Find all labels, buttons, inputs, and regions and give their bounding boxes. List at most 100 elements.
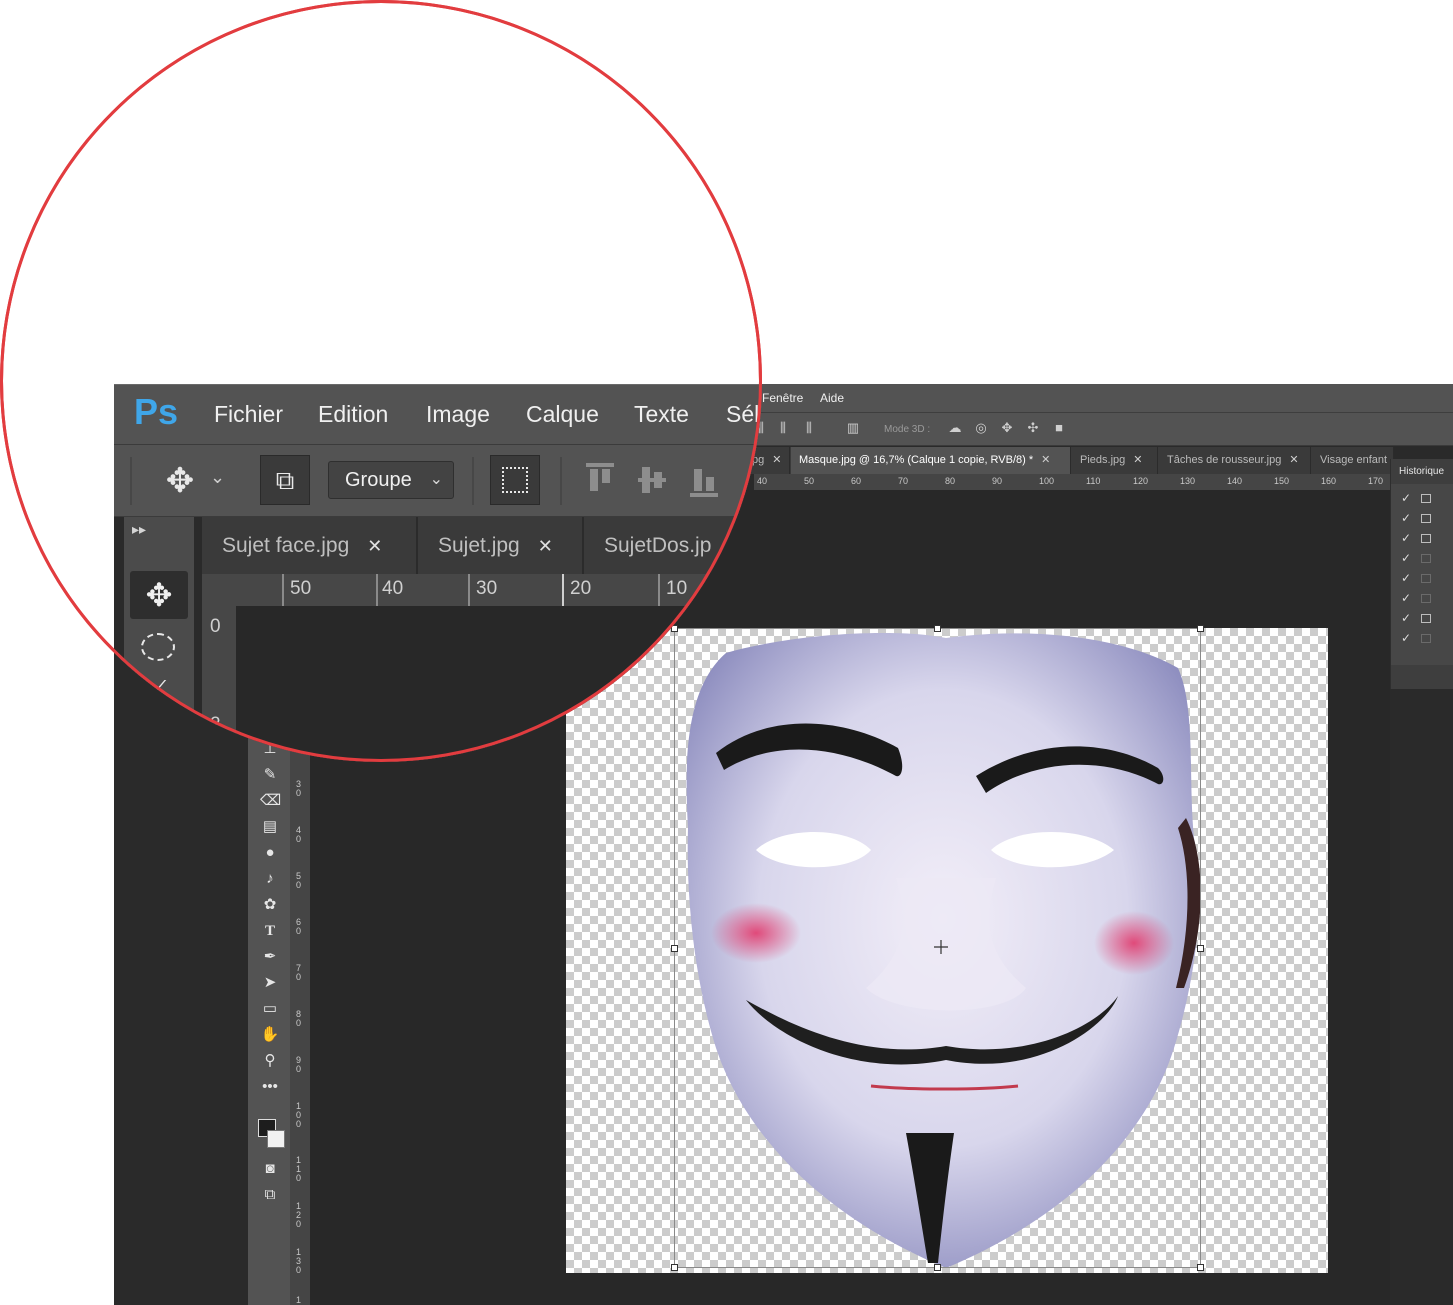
transform-handle[interactable] (934, 1264, 941, 1271)
auto-select-button[interactable]: ⧉ (260, 455, 310, 505)
check-icon[interactable]: ✓ (1401, 531, 1411, 545)
menu-texte[interactable]: Texte (634, 401, 689, 428)
tab-sujet-face[interactable]: Sujet face.jpg ✕ (202, 517, 418, 574)
align-vcenter-icon[interactable]: ⫼ (776, 421, 790, 435)
rectangle-icon[interactable]: ▭ (260, 1000, 280, 1018)
history-row[interactable]: ✓ (1391, 489, 1453, 509)
transform-handle[interactable] (1197, 1264, 1204, 1271)
history-brush-icon[interactable]: ✎ (260, 766, 280, 784)
move-tool-icon[interactable]: ✥ (162, 463, 198, 499)
transform-handle[interactable] (1197, 625, 1204, 632)
check-icon[interactable]: ✓ (1401, 631, 1411, 645)
pen-icon[interactable]: ✒ (260, 948, 280, 966)
layer-icon (1421, 574, 1431, 583)
align-vcenter-icon[interactable] (638, 463, 666, 497)
eraser-icon[interactable]: ⌫ (260, 792, 281, 810)
tab-masque[interactable]: Masque.jpg @ 16,7% (Calque 1 copie, RVB/… (791, 447, 1071, 474)
ruler-label: 170 (1368, 476, 1384, 486)
close-icon[interactable]: ✕ (1289, 454, 1298, 466)
history-row[interactable]: ✓ (1391, 589, 1453, 609)
type-tool-icon[interactable]: T (260, 922, 280, 940)
ruler-label: 1 (296, 1295, 302, 1305)
menu-fichier[interactable]: Fichier (214, 401, 283, 428)
tab-sujet[interactable]: Sujet.jpg ✕ (418, 517, 584, 574)
zoom-icon[interactable]: ⚲ (260, 1052, 280, 1070)
3d-pan-icon[interactable]: ✥ (1000, 421, 1014, 435)
check-icon[interactable]: ✓ (1401, 571, 1411, 585)
menu-selection[interactable]: Sél (726, 401, 759, 428)
history-row[interactable]: ✓ (1391, 509, 1453, 529)
3d-orbit-icon[interactable]: ☁ (948, 421, 962, 435)
gradient-icon[interactable]: ▤ (260, 818, 280, 836)
photoshop-logo: Ps (134, 391, 179, 432)
ruler-label: 90 (296, 1055, 302, 1074)
history-row[interactable]: ✓ (1391, 529, 1453, 549)
ellipse-marquee-icon[interactable] (141, 633, 175, 661)
3d-camera-icon[interactable]: ■ (1052, 421, 1066, 435)
lasso-icon[interactable]: ⟋ (148, 675, 166, 707)
hand-icon[interactable]: ✋ (260, 1026, 280, 1044)
quick-mask-icon[interactable]: ◙ (260, 1160, 280, 1178)
history-row[interactable]: ✓ (1391, 549, 1453, 569)
history-row[interactable]: ✓ (1391, 569, 1453, 589)
history-row[interactable]: ✓ (1391, 609, 1453, 629)
tab-visage[interactable]: Visage enfant (1312, 447, 1394, 474)
history-row[interactable]: ✓ (1391, 629, 1453, 649)
ruler-label: 50 (290, 578, 312, 599)
align-top-icon[interactable] (586, 463, 614, 497)
ruler-label: 50 (804, 476, 815, 486)
move-tool-icon[interactable]: ✥ (130, 571, 188, 619)
check-icon[interactable]: ✓ (1401, 511, 1411, 525)
chevron-down-icon[interactable]: ⌄ (210, 467, 225, 488)
screen-mode-icon[interactable]: ⧉ (260, 1186, 280, 1204)
distribute-icon[interactable]: ⫼ (802, 421, 816, 435)
ruler-label: 130 (296, 1247, 302, 1275)
menu-edition[interactable]: Edition (318, 401, 388, 428)
tab-pieds[interactable]: Pieds.jpg ✕ (1072, 447, 1158, 474)
ruler-label: 140 (1227, 476, 1243, 486)
menu-calque[interactable]: Calque (526, 401, 599, 428)
menu-aide[interactable]: Aide (820, 391, 844, 405)
more-tools-icon[interactable]: ••• (260, 1078, 280, 1096)
ruler-label: 2 (210, 714, 221, 735)
transform-handle[interactable] (934, 625, 941, 632)
align-bottom-icon[interactable] (690, 463, 718, 497)
history-title[interactable]: Historique (1391, 459, 1453, 484)
check-icon[interactable]: ✓ (1401, 591, 1411, 605)
dropdown-value: Groupe (345, 469, 412, 491)
close-icon[interactable]: ✕ (1041, 454, 1050, 466)
close-icon[interactable]: ✕ (772, 454, 781, 466)
menu-image[interactable]: Image (426, 401, 490, 428)
close-icon[interactable]: ✕ (538, 536, 553, 556)
chevron-down-icon: ⌄ (429, 471, 443, 488)
tab-sujet-dos[interactable]: SujetDos.jp (584, 517, 762, 574)
ruler-label: 160 (1321, 476, 1337, 486)
ruler-label: 0 (210, 616, 221, 637)
check-icon[interactable]: ✓ (1401, 611, 1411, 625)
auto-align-icon[interactable]: ▥ (846, 421, 860, 435)
show-transform-controls-button[interactable] (490, 455, 540, 505)
sponge-icon[interactable]: ✿ (260, 896, 280, 914)
tab-label: Masque.jpg @ 16,7% (Calque 1 copie, RVB/… (799, 454, 1034, 466)
ruler-label: 110 (296, 1155, 302, 1183)
expand-panels-icon[interactable]: ▸▸ (132, 521, 146, 538)
check-icon[interactable]: ✓ (1401, 551, 1411, 565)
menu-fenetre[interactable]: Fenêtre (762, 391, 803, 405)
auto-select-dropdown[interactable]: Groupe ⌄ (328, 461, 454, 499)
check-icon[interactable]: ✓ (1401, 491, 1411, 505)
transform-handle[interactable] (1197, 945, 1204, 952)
transform-handle[interactable] (671, 945, 678, 952)
close-icon[interactable]: ✕ (367, 536, 382, 556)
blur-icon[interactable]: ● (260, 844, 280, 862)
path-select-icon[interactable]: ➤ (260, 974, 280, 992)
zoomed-canvas[interactable] (236, 606, 762, 762)
3d-roll-icon[interactable]: ◎ (974, 421, 988, 435)
transform-handle[interactable] (671, 1264, 678, 1271)
zoomed-menu-bar: Ps Fichier Edition Image Calque Texte Sé… (114, 384, 762, 445)
3d-slide-icon[interactable]: ✣ (1026, 421, 1040, 435)
background-color-swatch[interactable] (267, 1130, 285, 1148)
tab-label: Pieds.jpg (1080, 454, 1126, 466)
tab-taches[interactable]: Tâches de rousseur.jpg ✕ (1159, 447, 1311, 474)
dodge-icon[interactable]: ♪ (260, 870, 280, 888)
close-icon[interactable]: ✕ (1133, 454, 1142, 466)
